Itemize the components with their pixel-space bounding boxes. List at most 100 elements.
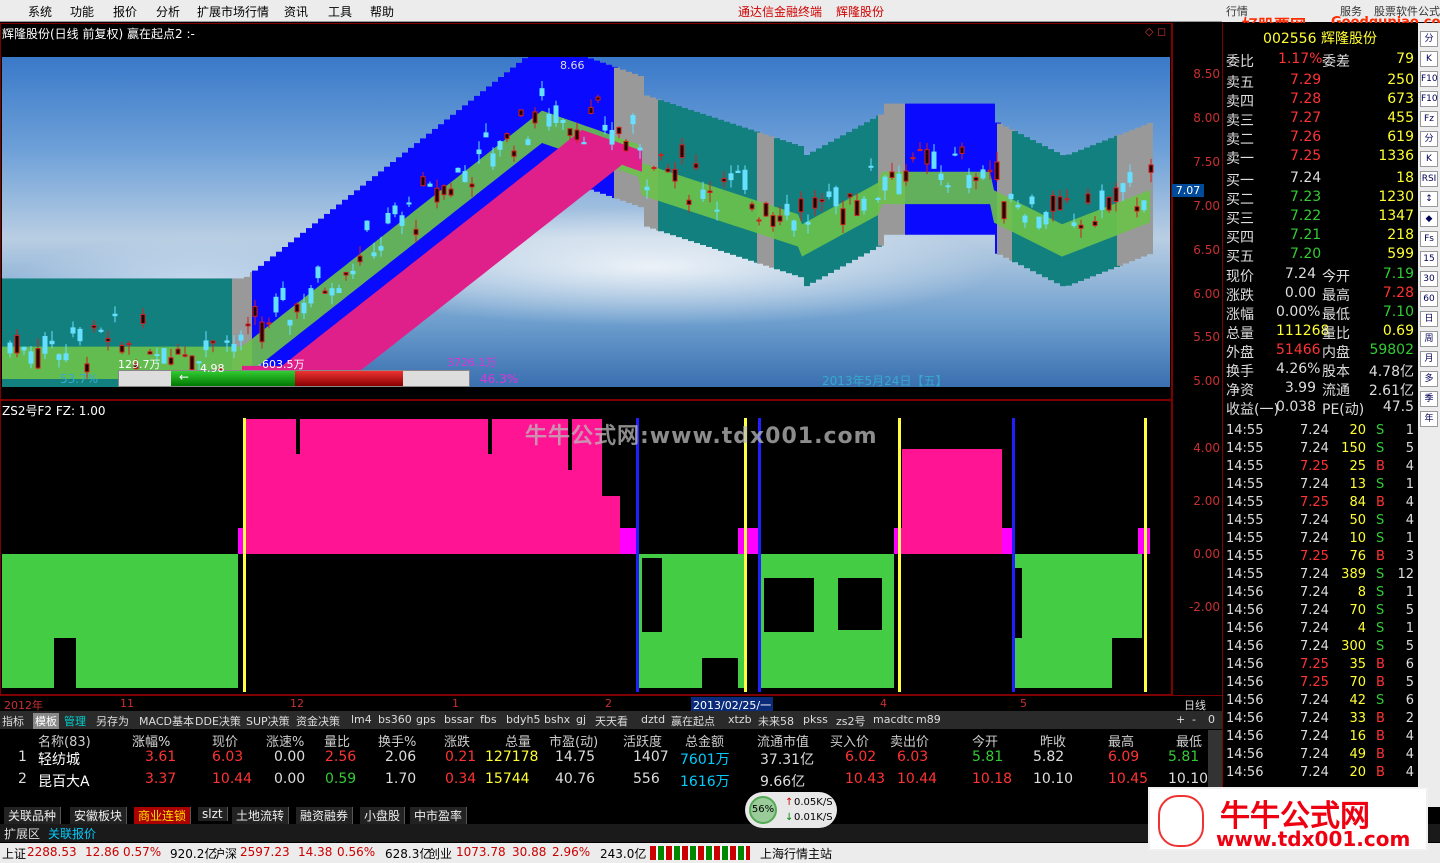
quote-row[interactable]: 2 昆百大A 3.37 10.44 0.00 0.59 1.70 0.34 15744 40.76… [0,771,1222,793]
column-header[interactable]: 涨速% [266,731,304,750]
side-tool-icon[interactable]: 分 [1420,131,1438,147]
sector-tab[interactable]: 融资融券 [296,807,354,824]
sector-tab[interactable]: 商业连锁 [134,807,192,824]
side-tool-icon[interactable]: 多 [1420,371,1438,387]
bid-row[interactable]: 买三 7.22 1347 [1226,208,1416,227]
sector-tab[interactable]: slzt [198,807,228,821]
column-header[interactable]: 总金额 [685,731,724,750]
ask-row[interactable]: 卖二 7.26 619 [1226,129,1416,148]
side-tool-icon[interactable]: 30 [1420,271,1438,287]
indicator-tab[interactable]: fbs [480,713,497,726]
minus-icon[interactable]: - [1192,713,1196,726]
side-tool-icon[interactable]: ◆ [1420,211,1438,227]
sector-tab[interactable]: 小盘股 [360,807,406,824]
quote-row[interactable]: 1 轻纺城 3.61 6.03 0.00 2.56 2.06 0.21 127178 14.75 1… [0,749,1222,771]
tab-extension[interactable]: 扩展区 [4,825,40,842]
side-tool-icon[interactable]: 日 [1420,311,1438,327]
indicator-tab[interactable]: 资金决策 [296,713,340,729]
column-header[interactable]: 最低 [1176,731,1202,750]
ask-row[interactable]: 卖五 7.29 250 [1226,72,1416,91]
indicator-tab[interactable]: dztd [641,713,665,726]
indicator-tab[interactable]: xtzb [728,713,752,726]
ask-row[interactable]: 卖三 7.27 455 [1226,110,1416,129]
indicator-tab[interactable]: SUP决策 [246,713,290,729]
indicator-tab[interactable]: MACD基本 [139,713,194,729]
side-tool-icon[interactable]: Fs [1420,231,1438,247]
side-tool-icon[interactable]: F10 [1420,91,1438,107]
column-header[interactable]: 总量 [505,731,531,750]
menu-tools[interactable]: 工具 [328,3,352,20]
kline-chart[interactable] [2,57,1170,387]
indicator-tab[interactable]: DDE决策 [195,713,241,729]
menu-help[interactable]: 帮助 [370,3,394,20]
column-header[interactable]: 昨收 [1040,731,1066,750]
side-tool-icon[interactable]: F10 [1420,71,1438,87]
ask-row[interactable]: 卖四 7.28 673 [1226,91,1416,110]
side-tool-icon[interactable]: 年 [1420,411,1438,427]
indicator-tab[interactable]: bdyh5 [506,713,540,726]
indicator-tab[interactable]: zs2号 [836,713,866,729]
bid-row[interactable]: 买一 7.24 18 [1226,170,1416,189]
indicator-tab[interactable]: 指标 [2,713,24,729]
bid-row[interactable]: 买二 7.23 1230 [1226,189,1416,208]
zero-icon[interactable]: 0 [1208,713,1215,726]
indicator-tab[interactable]: lm4 [351,713,372,726]
side-tool-icon[interactable]: 月 [1420,351,1438,367]
sector-tab[interactable]: 中市盈率 [410,807,468,824]
indicator-tab[interactable]: 另存为 [96,713,129,729]
column-header[interactable]: 量比 [324,731,350,750]
side-tool-icon[interactable]: K [1420,51,1438,67]
column-header[interactable]: 涨跌 [444,731,470,750]
indicator-tab[interactable]: gj [576,713,586,726]
indicator-tab[interactable]: bssar [444,713,474,726]
indicator-tab[interactable]: 赢在起点 [671,713,715,729]
menu-info[interactable]: 资讯 [284,3,308,20]
indicator-tab[interactable]: pkss [803,713,828,726]
indicator-tab[interactable]: bs360 [378,713,412,726]
indicator-tab[interactable]: 模板 [33,713,59,729]
side-tool-icon[interactable]: 周 [1420,331,1438,347]
column-header[interactable]: 市盈(动) [549,731,598,750]
side-tool-icon[interactable]: 15 [1420,251,1438,267]
indicator-tab[interactable]: 天天看 [595,713,628,729]
indicator-tab[interactable]: macdtc [873,713,914,726]
sector-tab[interactable]: 土地流转 [232,807,290,824]
menu-function[interactable]: 功能 [70,3,94,20]
sector-tab[interactable]: 安徽板块 [70,807,128,824]
ask-row[interactable]: 卖一 7.25 1336 [1226,148,1416,167]
indicator-tab[interactable]: gps [416,713,436,726]
indicator-tab[interactable]: m89 [916,713,941,726]
indicator-tab[interactable]: 未来58 [758,713,794,729]
indicator-chart[interactable] [2,418,1170,692]
indicator-tab[interactable]: 管理 [64,713,86,729]
sector-tab[interactable]: 关联品种 [4,807,62,824]
menu-quote[interactable]: 报价 [113,3,137,20]
side-tool-icon[interactable]: 分 [1420,31,1438,47]
tab-related-quote[interactable]: 关联报价 [48,825,96,842]
column-header[interactable]: 换手% [378,731,416,750]
side-tool-icon[interactable]: ↕ [1420,191,1438,207]
column-header[interactable]: 现价 [212,731,238,750]
side-tool-icon[interactable]: 60 [1420,291,1438,307]
bid-row[interactable]: 买四 7.21 218 [1226,227,1416,246]
column-header[interactable]: 今开 [972,731,998,750]
add-icon[interactable]: + [1176,713,1185,726]
column-header[interactable]: 活跃度 [623,731,662,750]
side-tool-icon[interactable]: RSI [1420,171,1438,187]
column-header[interactable]: 流通市值 [757,731,809,750]
indicator-tab[interactable]: bshx [544,713,570,726]
column-header[interactable]: 最高 [1108,731,1134,750]
menu-extended-market[interactable]: 扩展市场行情 [197,3,269,20]
menu-system[interactable]: 系统 [28,3,52,20]
column-header[interactable]: 卖出价 [890,731,929,750]
column-header[interactable]: 买入价 [830,731,869,750]
side-tool-icon[interactable]: K [1420,151,1438,167]
column-header[interactable]: 名称(83) [38,731,91,750]
server-name[interactable]: 上海行情主站 [760,845,832,862]
bid-row[interactable]: 买五 7.20 599 [1226,246,1416,265]
column-header[interactable]: 涨幅% [132,731,170,750]
menu-analysis[interactable]: 分析 [156,3,180,20]
panel-controls-icon[interactable]: ◇ ◻ [1145,25,1166,38]
side-tool-icon[interactable]: Fz [1420,111,1438,127]
side-tool-icon[interactable]: 季 [1420,391,1438,407]
